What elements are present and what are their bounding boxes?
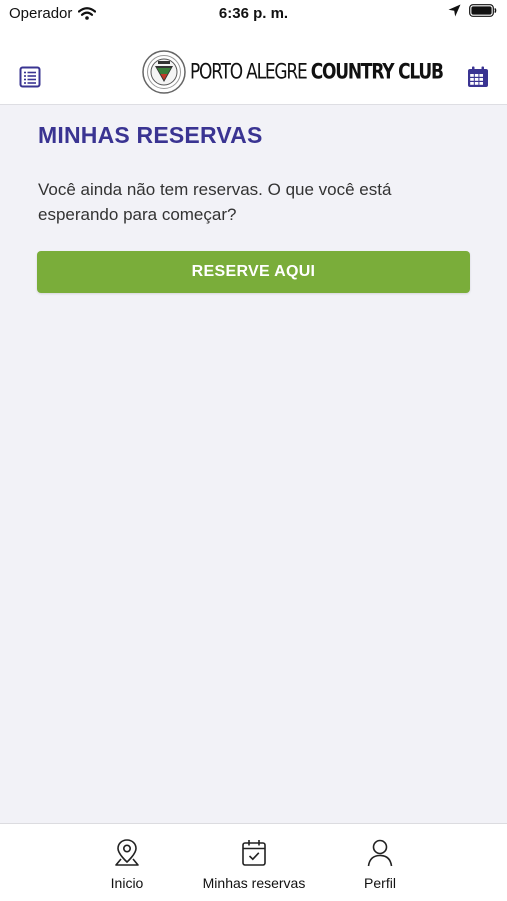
location-arrow-icon [448,4,461,17]
battery-icon [469,4,497,17]
club-name-bold: COUNTRY CLUB [310,59,444,85]
reserve-here-button[interactable]: RESERVE AQUI [37,251,470,293]
clock: 6:36 p. m. [218,5,289,22]
menu-list-button[interactable] [19,66,41,88]
tab-bar: Inicio Minhas reservas Perfil [0,823,507,901]
tab-perfil[interactable]: Perfil [315,824,445,901]
calendar-check-icon [242,840,266,866]
tab-inicio-label: Inicio [110,875,144,891]
user-icon [367,839,393,867]
status-right [448,4,497,17]
tab-minhas-reservas[interactable]: Minhas reservas [189,824,319,901]
tab-minhas-reservas-label: Minhas reservas [202,875,306,891]
calendar-button[interactable] [467,66,489,88]
app-header: PORTO ALEGRE COUNTRY CLUB [0,30,507,105]
club-logo: PORTO ALEGRE COUNTRY CLUB [142,50,444,94]
club-name-regular: PORTO ALEGRE [190,59,308,85]
page-title: MINHAS RESERVAS [38,122,263,148]
calendar-icon [468,66,488,87]
empty-state-message: Você ainda não tem reservas. O que você … [38,180,392,224]
club-name: PORTO ALEGRE COUNTRY CLUB [190,59,444,85]
list-icon [19,66,41,88]
tab-perfil-label: Perfil [364,875,396,891]
tab-inicio[interactable]: Inicio [62,824,192,901]
location-pin-icon [115,839,139,866]
club-crest-icon [142,50,186,94]
status-bar: Operador 6:36 p. m. [0,0,507,30]
